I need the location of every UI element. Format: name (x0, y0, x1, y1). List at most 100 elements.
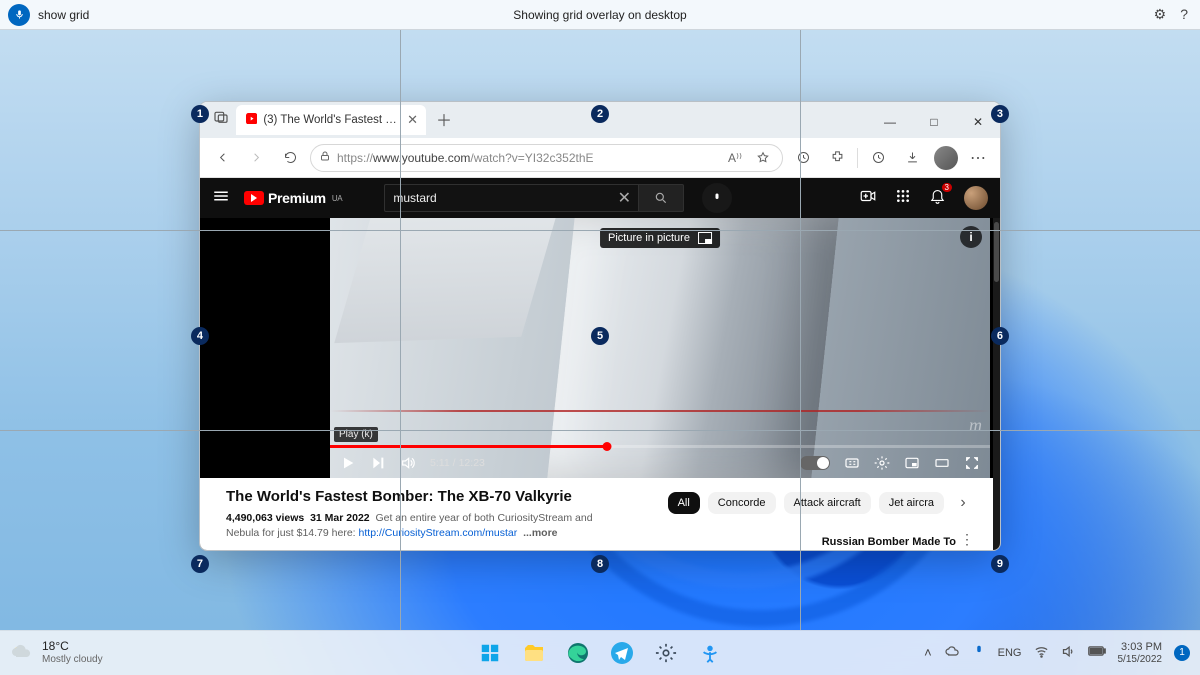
tray-mic-icon[interactable] (972, 644, 986, 661)
edge-icon[interactable] (559, 634, 597, 672)
youtube-header: Premium UA ✕ (200, 178, 1000, 218)
desktop: show grid Showing grid overlay on deskto… (0, 0, 1200, 675)
play-hint: Play (k) (334, 427, 378, 442)
chip-all[interactable]: All (668, 492, 700, 514)
youtube-logo[interactable]: Premium UA (244, 190, 342, 206)
chip-attack[interactable]: Attack aircraft (784, 492, 871, 514)
voice-search-icon[interactable] (702, 183, 732, 213)
youtube-search: ✕ (384, 184, 684, 212)
description-link[interactable]: http://CuriosityStream.com/mustar (359, 527, 518, 539)
telegram-icon[interactable] (603, 634, 641, 672)
extensions-button[interactable] (823, 144, 851, 172)
grid-cell-8[interactable]: 8 (591, 555, 609, 573)
search-clear-icon[interactable]: ✕ (610, 184, 638, 212)
tray-chevron-icon[interactable]: ˄ (924, 645, 932, 660)
youtube-play-icon (244, 191, 264, 205)
tab-actions-icon[interactable] (210, 106, 232, 128)
weather-widget[interactable]: 18°C Mostly cloudy (0, 640, 103, 665)
related-video-menu-icon[interactable]: ⋮ (960, 531, 974, 548)
system-tray: ˄ ENG 3:03 PM 5/15/2022 1 (924, 641, 1200, 665)
language-indicator[interactable]: ENG (998, 647, 1022, 659)
file-explorer-icon[interactable] (515, 634, 553, 672)
tab-close-icon[interactable]: ✕ (407, 112, 418, 128)
notification-count: 3 (942, 183, 952, 192)
related-chips: All Concorde Attack aircraft Jet aircra … (668, 492, 974, 514)
time-display: 5:11/12:23 (430, 457, 485, 469)
history-button[interactable] (864, 144, 892, 172)
nav-refresh-button[interactable] (276, 144, 304, 172)
miniplayer-button[interactable] (904, 455, 920, 471)
window-maximize-button[interactable]: □ (912, 106, 956, 138)
chip-concorde[interactable]: Concorde (708, 492, 776, 514)
grid-cell-4[interactable]: 4 (191, 327, 209, 345)
grid-cell-7[interactable]: 7 (191, 555, 209, 573)
settings-button[interactable] (874, 455, 890, 471)
grid-cell-1[interactable]: 1 (191, 105, 209, 123)
autoplay-toggle[interactable] (800, 456, 830, 470)
read-aloud-button[interactable]: A⁾⁾ (724, 147, 746, 169)
new-tab-button[interactable]: ＋ (430, 105, 458, 133)
captions-button[interactable] (844, 455, 860, 471)
cards-icon[interactable]: i (960, 226, 982, 248)
search-input[interactable] (384, 184, 610, 212)
grid-cell-2[interactable]: 2 (591, 105, 609, 123)
battery-icon[interactable] (1088, 645, 1106, 660)
browser-tab[interactable]: (3) The World's Fastest Bomber: ✕ (236, 105, 426, 135)
nav-back-button[interactable] (208, 144, 236, 172)
grid-cell-3[interactable]: 3 (991, 105, 1009, 123)
address-bar[interactable]: https://www.youtube.com/watch?v=YI32c352… (310, 144, 783, 172)
grid-cell-9[interactable]: 9 (991, 555, 1009, 573)
volume-button[interactable] (400, 455, 416, 471)
settings-app-icon[interactable] (647, 634, 685, 672)
fullscreen-button[interactable] (964, 455, 980, 471)
url-text: https://www.youtube.com/watch?v=YI32c352… (337, 151, 718, 165)
related-video-title[interactable]: Russian Bomber Made To (822, 536, 956, 548)
pip-icon (698, 232, 712, 244)
create-icon[interactable] (859, 187, 877, 210)
voice-mic-button[interactable] (8, 4, 30, 26)
pip-tooltip[interactable]: Picture in picture (600, 228, 720, 248)
voice-access-app-icon[interactable] (691, 634, 729, 672)
tracking-prevention-icon[interactable] (789, 144, 817, 172)
taskbar-center (471, 634, 729, 672)
apps-icon[interactable] (895, 188, 911, 209)
youtube-favicon (246, 113, 257, 127)
onedrive-icon[interactable] (944, 643, 960, 662)
start-button[interactable] (471, 634, 509, 672)
lock-icon[interactable] (319, 150, 331, 165)
volume-icon[interactable] (1061, 644, 1076, 662)
help-icon[interactable]: ? (1180, 6, 1188, 23)
next-button[interactable] (370, 455, 386, 471)
weather-temp: 18°C (42, 640, 103, 654)
account-avatar[interactable] (964, 186, 988, 210)
wifi-icon[interactable] (1034, 644, 1049, 662)
video-meta: 4,490,063 views 31 Mar 2022 Get an entir… (226, 511, 606, 543)
downloads-button[interactable] (898, 144, 926, 172)
taskbar: 18°C Mostly cloudy (0, 630, 1200, 675)
voice-status-text: Showing grid overlay on desktop (513, 8, 686, 22)
channel-watermark[interactable]: m (969, 415, 982, 436)
grid-cell-5[interactable]: 5 (591, 327, 609, 345)
nav-forward-button[interactable] (242, 144, 270, 172)
favorite-button[interactable] (752, 147, 774, 169)
play-button[interactable] (340, 455, 356, 471)
video-player[interactable]: m i Picture in picture Play (k) (200, 218, 1000, 478)
menu-icon[interactable] (212, 187, 232, 210)
theater-button[interactable] (934, 455, 950, 471)
chips-next-icon[interactable]: › (952, 492, 974, 514)
menu-button[interactable]: ⋯ (964, 144, 992, 172)
window-minimize-button[interactable]: ― (868, 106, 912, 138)
page-scrollbar[interactable] (993, 218, 1000, 550)
search-button[interactable] (638, 184, 684, 212)
grid-cell-6[interactable]: 6 (991, 327, 1009, 345)
video-info: The World's Fastest Bomber: The XB-70 Va… (200, 478, 1000, 551)
settings-icon[interactable]: ⚙ (1154, 6, 1167, 23)
notification-center[interactable]: 1 (1174, 645, 1190, 661)
profile-avatar[interactable] (934, 146, 958, 170)
notifications-icon[interactable]: 3 (929, 187, 946, 209)
clock[interactable]: 3:03 PM 5/15/2022 (1118, 641, 1163, 665)
video-frame[interactable]: m i Picture in picture Play (k) (330, 218, 990, 478)
browser-window: (3) The World's Fastest Bomber: ✕ ＋ ― □ … (199, 101, 1001, 551)
chip-jet[interactable]: Jet aircra (879, 492, 944, 514)
more-button[interactable]: ...more (523, 527, 557, 539)
